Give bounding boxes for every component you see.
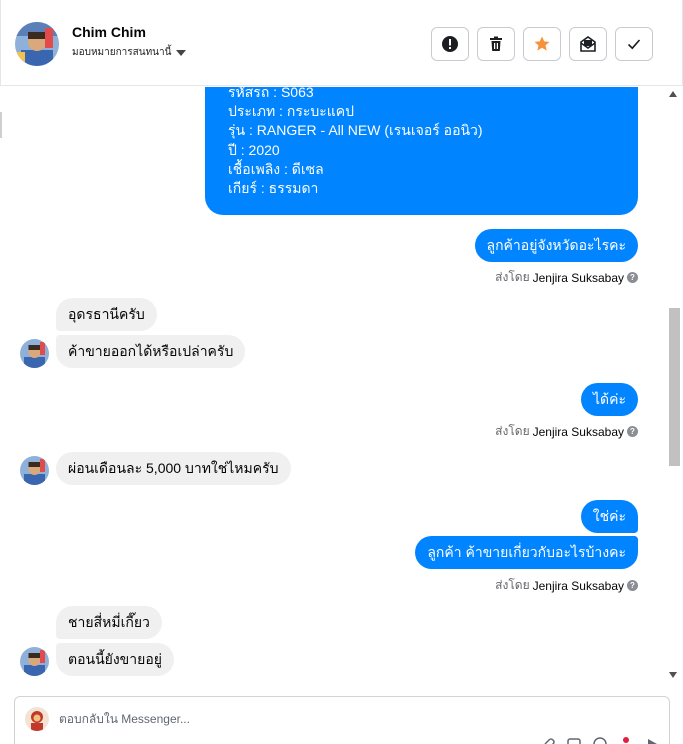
card-line-model: รุ่น : RANGER - All NEW (เรนเจอร์ ออนิว) bbox=[228, 122, 483, 139]
send-icon[interactable] bbox=[645, 737, 659, 744]
card-line-code: รหัสรถ : S063 bbox=[228, 87, 314, 100]
help-icon[interactable]: ? bbox=[627, 272, 638, 283]
check-icon bbox=[627, 39, 641, 50]
sent-by-label: ส่งโดย Jenjira Suksabay ? bbox=[495, 422, 638, 441]
contact-avatar-small bbox=[20, 339, 49, 368]
attachment-icon[interactable] bbox=[541, 737, 555, 744]
composer-tools bbox=[541, 737, 659, 744]
mark-done-button[interactable] bbox=[615, 27, 653, 61]
assign-conversation-dropdown[interactable]: มอบหมายการสนทนานี้ bbox=[72, 45, 187, 60]
sent-by-agent: Jenjira Suksabay bbox=[532, 424, 624, 439]
outgoing-message[interactable]: ลูกค้า ค้าขายเกี่ยวกับอะไรบ้างคะ bbox=[415, 536, 638, 569]
emoji-icon[interactable] bbox=[593, 737, 607, 744]
sent-by-prefix: ส่งโดย bbox=[495, 578, 530, 592]
star-button[interactable] bbox=[523, 27, 561, 61]
caret-down-icon bbox=[176, 50, 187, 56]
contact-avatar[interactable] bbox=[15, 22, 59, 66]
outgoing-message[interactable]: ใช่ค่ะ bbox=[580, 500, 638, 533]
page-avatar bbox=[25, 707, 49, 731]
image-icon[interactable] bbox=[567, 737, 581, 744]
help-icon[interactable]: ? bbox=[627, 580, 638, 591]
outgoing-message[interactable]: ได้ค่ะ bbox=[580, 383, 638, 416]
saved-reply-icon[interactable] bbox=[619, 737, 633, 744]
incoming-message[interactable]: ชายสี่หมี่เกี๊ยว bbox=[56, 606, 162, 639]
message-thread: รหัสรถ : S063 ประเภท : กระบะแคป รุ่น : R… bbox=[0, 87, 683, 687]
sent-by-agent: Jenjira Suksabay bbox=[532, 578, 624, 593]
incoming-message[interactable]: ผ่อนเดือนละ 5,000 บาทใช่ไหมครับ bbox=[56, 452, 291, 485]
trash-icon bbox=[490, 36, 502, 51]
reply-input[interactable]: ตอบกลับใน Messenger... bbox=[59, 710, 190, 729]
star-icon bbox=[534, 36, 550, 51]
conversation-header: Chim Chim มอบหมายการสนทนานี้ bbox=[0, 0, 683, 86]
help-icon[interactable]: ? bbox=[627, 426, 638, 437]
alert-icon bbox=[442, 36, 458, 52]
contact-name: Chim Chim bbox=[72, 24, 146, 40]
mark-unread-button[interactable] bbox=[569, 27, 607, 61]
mark-spam-button[interactable] bbox=[431, 27, 469, 61]
sent-by-prefix: ส่งโดย bbox=[495, 270, 530, 284]
card-line-year: ปี : 2020 bbox=[228, 141, 280, 158]
header-actions bbox=[431, 27, 653, 61]
card-line-gear: เกียร์ : ธรรมดา bbox=[228, 180, 319, 197]
incoming-message[interactable]: ตอนนี้ยังขายอยู่ bbox=[56, 643, 174, 676]
mark-unread-icon bbox=[580, 36, 596, 52]
card-line-type: ประเภท : กระบะแคป bbox=[228, 103, 355, 120]
reply-composer[interactable]: ตอบกลับใน Messenger... bbox=[14, 696, 670, 744]
outgoing-message[interactable]: ลูกค้าอยู่จังหวัดอะไรคะ bbox=[474, 229, 638, 262]
contact-avatar-small bbox=[20, 647, 49, 676]
sent-by-agent: Jenjira Suksabay bbox=[532, 270, 624, 285]
contact-avatar-small bbox=[20, 456, 49, 485]
incoming-message[interactable]: อุดรธานีครับ bbox=[56, 298, 157, 331]
incoming-message[interactable]: ค้าขายออกได้หรือเปล่าครับ bbox=[56, 335, 246, 368]
card-line-fuel: เชื้อเพลิง : ดีเซล bbox=[228, 160, 324, 177]
assign-label: มอบหมายการสนทนานี้ bbox=[72, 47, 172, 58]
vehicle-info-message: รหัสรถ : S063 ประเภท : กระบะแคป รุ่น : R… bbox=[205, 87, 638, 215]
delete-button[interactable] bbox=[477, 27, 515, 61]
sent-by-label: ส่งโดย Jenjira Suksabay ? bbox=[495, 576, 638, 595]
sent-by-label: ส่งโดย Jenjira Suksabay ? bbox=[495, 268, 638, 287]
sent-by-prefix: ส่งโดย bbox=[495, 424, 530, 438]
